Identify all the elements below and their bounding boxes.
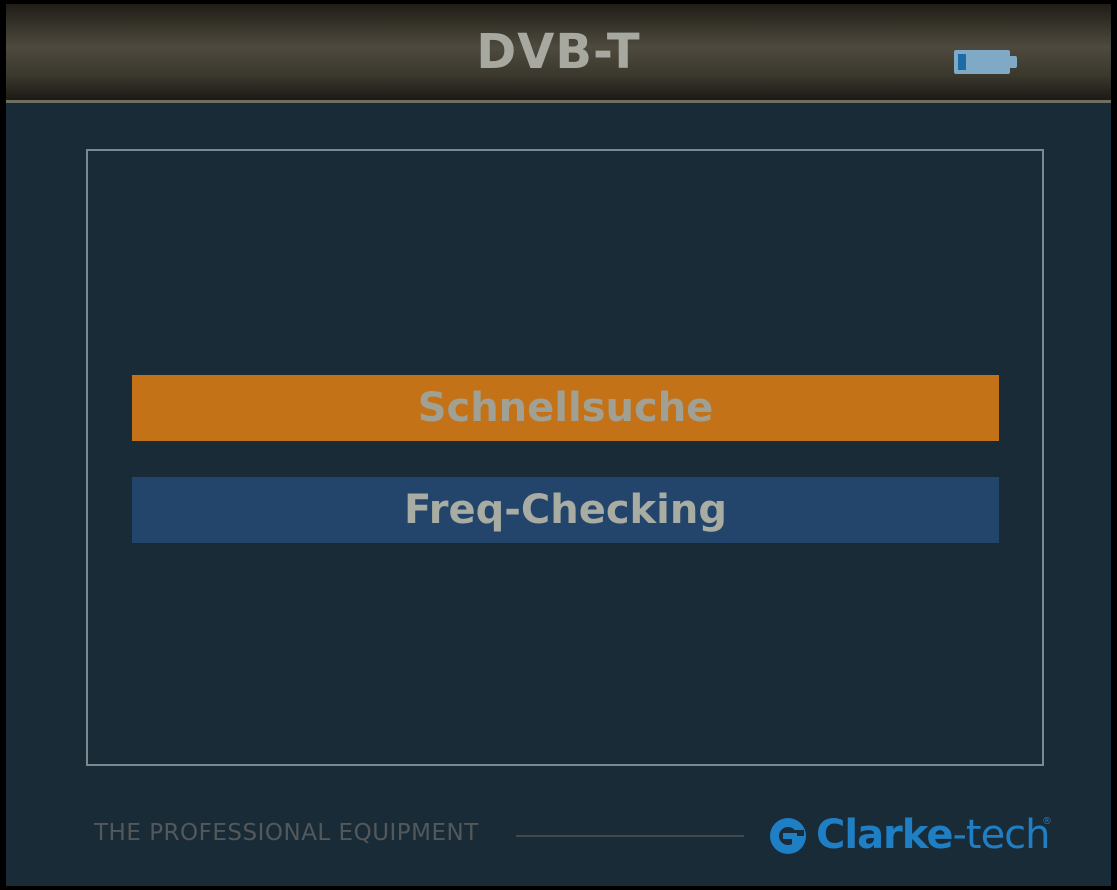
battery-level-segment xyxy=(958,54,966,70)
menu-frame xyxy=(86,149,1044,766)
page-title: DVB-T xyxy=(476,24,641,80)
clarke-tech-logo-icon xyxy=(770,818,806,854)
dvb-t-screen: DVB-T Schnellsuche Freq-Checking THE PRO… xyxy=(6,4,1111,886)
menu-item-schnellsuche[interactable]: Schnellsuche xyxy=(132,375,999,441)
footer-tagline: THE PROFESSIONAL EQUIPMENT xyxy=(94,820,479,846)
brand-name-part1: Clarke xyxy=(816,812,953,858)
title-bar: DVB-T xyxy=(6,4,1111,103)
brand-registered-mark: ® xyxy=(1042,816,1052,827)
footer-divider xyxy=(516,835,744,837)
brand-name-part2: -tech xyxy=(952,812,1050,858)
menu-item-freq-checking[interactable]: Freq-Checking xyxy=(132,477,999,543)
brand-logo-text: Clarke-tech xyxy=(816,812,1051,858)
battery-icon xyxy=(954,50,1017,74)
